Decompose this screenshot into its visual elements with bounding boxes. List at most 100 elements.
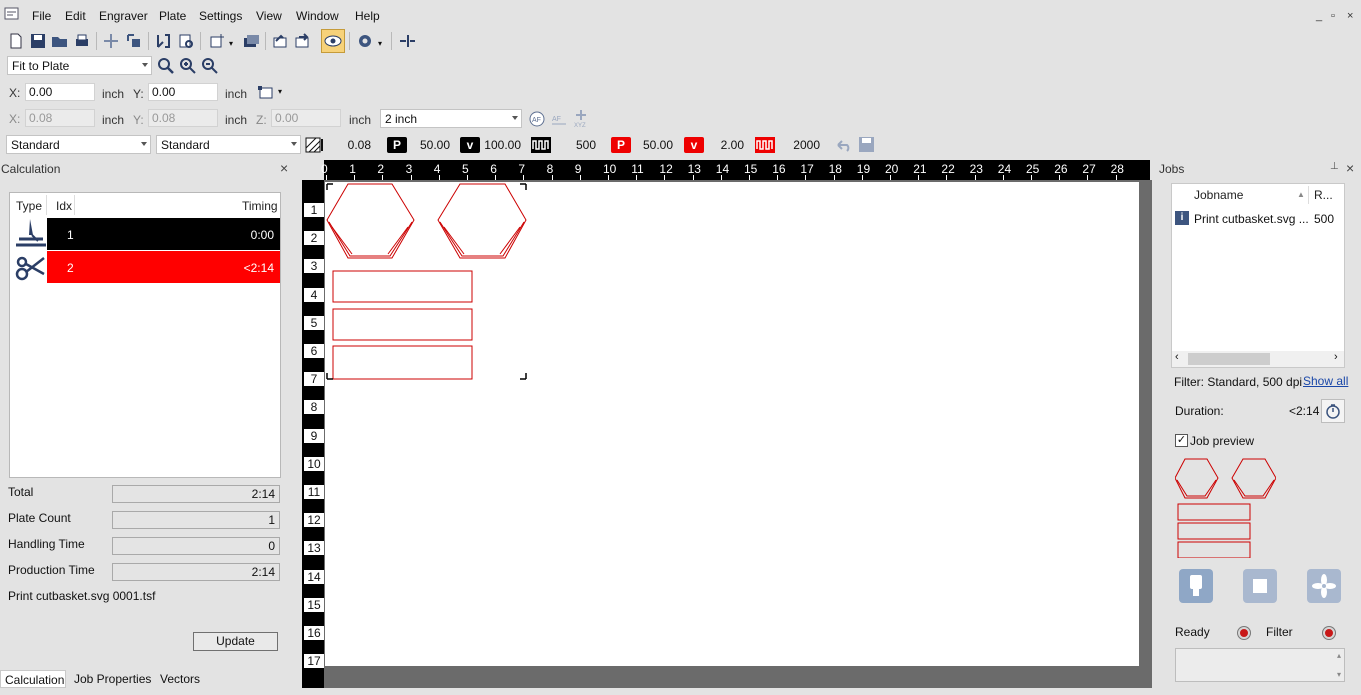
chevron-down-icon[interactable]: ▾	[1337, 670, 1341, 679]
ruler-top-label: 2	[377, 162, 385, 176]
timer-icon[interactable]	[1321, 399, 1345, 423]
close-button[interactable]: ×	[1347, 10, 1353, 22]
stop-button[interactable]	[1243, 569, 1277, 603]
table-row[interactable]: 2 <2:14	[47, 251, 280, 283]
usb-send-button[interactable]	[1179, 569, 1213, 603]
tab-vectors[interactable]: Vectors	[160, 672, 200, 686]
plate-canvas[interactable]	[325, 182, 1139, 666]
close-icon[interactable]: ×	[280, 160, 288, 176]
hatch-value[interactable]: 0.08	[327, 138, 371, 152]
chevron-up-icon[interactable]: ▴	[1337, 651, 1341, 660]
job-name[interactable]: Print cutbasket.svg ...	[1194, 212, 1309, 226]
plates-icon[interactable]	[241, 31, 261, 51]
column-divider	[46, 195, 47, 215]
zoom-select[interactable]: Fit to Plate	[7, 56, 152, 75]
rectangle-shape[interactable]	[332, 270, 473, 303]
power-engrave-value[interactable]: 50.00	[410, 138, 450, 152]
menu-help[interactable]: Help	[355, 9, 380, 23]
af-disabled-icon[interactable]: AF	[550, 110, 568, 131]
scrollbar-thumb[interactable]	[1188, 353, 1270, 365]
anchor-point-icon[interactable]	[257, 84, 275, 103]
export-icon[interactable]	[292, 31, 312, 51]
chevron-left-icon[interactable]: ‹	[1175, 351, 1179, 363]
autofocus-icon[interactable]: AF	[528, 110, 546, 131]
sort-up-icon[interactable]: ▲	[1297, 190, 1305, 199]
save-settings-icon[interactable]	[858, 136, 876, 157]
import-icon[interactable]	[270, 31, 290, 51]
hexagon-shape[interactable]	[437, 183, 527, 259]
app-icon[interactable]	[4, 6, 20, 22]
save-icon[interactable]	[28, 31, 48, 51]
ruler-left-label: 9	[304, 428, 324, 443]
menu-edit[interactable]: Edit	[65, 9, 86, 23]
show-all-link[interactable]: Show all	[1303, 374, 1348, 388]
update-button[interactable]: Update	[193, 632, 278, 651]
process-select[interactable]: Standard	[156, 135, 301, 154]
column-jobname[interactable]: Jobname	[1194, 188, 1243, 202]
open-folder-icon[interactable]	[50, 31, 70, 51]
y-position-input[interactable]: 0.00	[148, 83, 218, 101]
arrange-icon[interactable]	[124, 31, 144, 51]
close-icon[interactable]: ×	[1346, 160, 1354, 176]
job-preview-checkbox[interactable]: ✓	[1175, 434, 1188, 447]
ruler-tick	[608, 175, 609, 180]
hexagon-shape[interactable]	[326, 183, 415, 259]
hexagon-inner-line	[387, 226, 409, 255]
zoom-in-icon[interactable]	[179, 57, 197, 78]
table-row[interactable]: 1 0:00	[47, 218, 280, 250]
menu-engraver[interactable]: Engraver	[99, 9, 148, 23]
add-plate-icon[interactable]	[207, 31, 227, 51]
zoom-select-value: Fit to Plate	[12, 59, 70, 73]
selection-corner	[326, 373, 333, 380]
pin-icon[interactable]: ⊥	[1330, 161, 1339, 172]
tab-job-properties[interactable]: Job Properties	[74, 672, 151, 686]
minimize-button[interactable]: _	[1316, 10, 1322, 22]
frequency-engrave-value[interactable]: 500	[556, 138, 596, 152]
info-icon: i	[1175, 211, 1189, 225]
engrave-job-icon[interactable]	[153, 31, 173, 51]
horizontal-scrollbar[interactable]: ‹ ›	[1172, 351, 1344, 367]
search-icon[interactable]	[157, 57, 175, 78]
print-preview-icon[interactable]	[176, 31, 196, 51]
print-icon[interactable]	[72, 31, 92, 51]
ready-status-indicator	[1238, 627, 1250, 639]
menu-settings[interactable]: Settings	[199, 9, 242, 23]
column-type: Type	[16, 199, 43, 213]
new-file-icon[interactable]	[6, 31, 26, 51]
rectangle-shape[interactable]	[332, 345, 473, 380]
exhaust-fan-button[interactable]	[1307, 569, 1341, 603]
y-offset-input[interactable]: 0.08	[148, 109, 218, 127]
menu-view[interactable]: View	[256, 9, 282, 23]
chevron-down-icon[interactable]: ▾	[278, 87, 282, 96]
x-position-input[interactable]: 0.00	[25, 83, 95, 101]
chevron-right-icon[interactable]: ›	[1334, 351, 1338, 363]
column-resolution[interactable]: R...	[1314, 188, 1333, 202]
menu-window[interactable]: Window	[296, 9, 339, 23]
velocity-cut-value[interactable]: 2.00	[704, 138, 744, 152]
filter-text: Filter: Standard, 500 dpi	[1174, 375, 1303, 389]
z-offset-input[interactable]: 0.00	[271, 109, 341, 127]
lens-select[interactable]: 2 inch	[380, 109, 522, 128]
gear-icon[interactable]	[355, 31, 375, 51]
x-offset-label: X:	[9, 112, 21, 126]
move-icon[interactable]	[101, 31, 121, 51]
laser-pointer-icon[interactable]	[397, 31, 417, 51]
menu-plate[interactable]: Plate	[159, 9, 186, 23]
frequency-cut-value[interactable]: 2000	[780, 138, 820, 152]
zoom-out-icon[interactable]	[201, 57, 219, 78]
tab-calculation[interactable]: Calculation	[0, 670, 66, 688]
material-select[interactable]: Standard	[6, 135, 151, 154]
x-offset-input[interactable]: 0.08	[25, 109, 95, 127]
restore-button[interactable]: ▫	[1331, 10, 1335, 22]
undo-icon[interactable]	[835, 137, 853, 156]
preview-eye-icon[interactable]	[321, 29, 345, 53]
ruler-left-label: 17	[304, 654, 324, 669]
menu-file[interactable]: File	[32, 9, 51, 23]
xyz-home-icon[interactable]: XYZ	[572, 108, 590, 131]
chevron-down-icon[interactable]: ▾	[378, 39, 382, 48]
rectangle-shape[interactable]	[332, 308, 473, 341]
ruler-left-label: 8	[304, 400, 324, 415]
power-cut-value[interactable]: 50.00	[633, 138, 673, 152]
chevron-down-icon[interactable]: ▾	[229, 39, 233, 48]
velocity-engrave-value[interactable]: 100.00	[480, 138, 521, 152]
